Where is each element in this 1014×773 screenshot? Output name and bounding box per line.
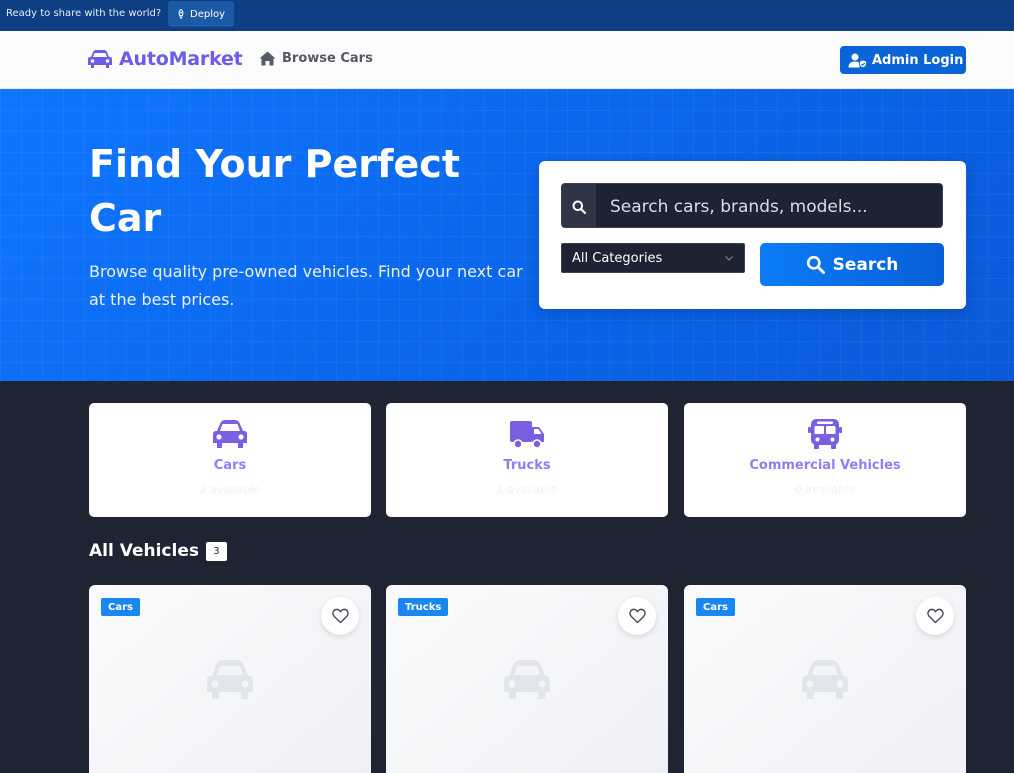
hero-section: Find Your Perfect Car Browse quality pre… <box>0 89 1014 381</box>
search-addon <box>562 184 596 227</box>
home-icon <box>259 51 276 66</box>
user-shield-icon <box>848 53 867 68</box>
search-box <box>561 183 943 228</box>
admin-login-button[interactable]: Admin Login <box>840 46 966 74</box>
car-placeholder-icon <box>504 660 550 699</box>
category-card-cars[interactable]: Cars 2 available <box>89 403 371 517</box>
deploy-bar: Ready to share with the world? Deploy <box>0 0 1014 31</box>
search-panel: All Categories Search <box>539 161 966 309</box>
category-card-commercial[interactable]: Commercial Vehicles 0 available <box>684 403 966 517</box>
car-placeholder-icon <box>802 660 848 699</box>
brand-name: AutoMarket <box>119 48 243 70</box>
vehicle-card[interactable]: Trucks <box>386 585 668 773</box>
nav-browse-cars[interactable]: Browse Cars <box>259 51 373 66</box>
hero-subtitle: Browse quality pre-owned vehicles. Find … <box>89 262 523 309</box>
section-title: All Vehicles <box>89 540 199 561</box>
category-count: 0 available <box>794 483 856 496</box>
hero-title: Find Your Perfect Car <box>89 142 460 240</box>
category-name: Trucks <box>503 458 551 473</box>
vehicle-card[interactable]: Cars <box>89 585 371 773</box>
rocket-icon <box>178 9 184 19</box>
nav-browse-label: Browse Cars <box>282 51 373 66</box>
search-button-label: Search <box>832 254 899 275</box>
admin-login-label: Admin Login <box>872 52 964 68</box>
vehicle-category-tag: Cars <box>101 598 140 616</box>
category-card-trucks[interactable]: Trucks 1 available <box>386 403 668 517</box>
chevron-down-icon <box>725 256 733 261</box>
bus-icon <box>808 419 842 449</box>
category-name: Cars <box>213 458 247 473</box>
category-count: 1 available <box>496 483 558 496</box>
heart-icon <box>331 608 349 624</box>
search-input[interactable] <box>596 184 942 227</box>
vehicle-category-tag: Cars <box>696 598 735 616</box>
search-button[interactable]: Search <box>760 243 944 286</box>
heart-icon <box>628 608 646 624</box>
favorite-button[interactable] <box>916 597 954 635</box>
category-select-value: All Categories <box>572 250 663 266</box>
car-icon <box>213 420 247 448</box>
search-icon <box>806 255 825 274</box>
deploy-label: Deploy <box>190 8 226 20</box>
vehicle-count-badge: 3 <box>205 542 227 561</box>
vehicle-card[interactable]: Cars <box>684 585 966 773</box>
category-select[interactable]: All Categories <box>561 243 745 273</box>
deploy-button[interactable]: Deploy <box>168 1 234 27</box>
car-placeholder-icon <box>207 660 253 699</box>
all-vehicles-heading: All Vehicles 3 <box>89 540 227 561</box>
brand-logo[interactable]: AutoMarket <box>88 48 243 70</box>
navbar: AutoMarket Browse Cars Admin Login <box>0 31 1014 89</box>
vehicle-category-tag: Trucks <box>398 598 449 616</box>
favorite-button[interactable] <box>321 597 359 635</box>
car-icon <box>88 50 112 68</box>
search-icon <box>572 200 586 214</box>
heart-icon <box>926 608 944 624</box>
category-count: 2 available <box>199 483 261 496</box>
deploy-prompt-text: Ready to share with the world? <box>6 8 162 19</box>
category-name: Commercial Vehicles <box>749 458 901 473</box>
favorite-button[interactable] <box>618 597 656 635</box>
truck-icon <box>510 421 544 449</box>
